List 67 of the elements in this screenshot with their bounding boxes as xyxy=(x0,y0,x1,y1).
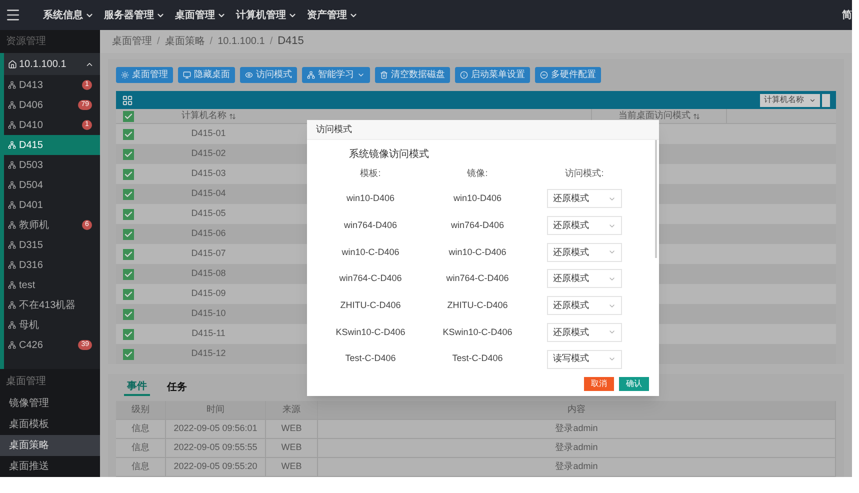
tree-item-label: D503 xyxy=(19,158,43,172)
table-cell: 信息 xyxy=(116,420,166,438)
table-cell-text: D415-11 xyxy=(190,327,226,340)
tree-item-label: D415 xyxy=(19,138,43,152)
table-cell-text: D415-10 xyxy=(190,307,227,320)
tree-item-label: D504 xyxy=(19,178,43,192)
column-header: 时间 xyxy=(166,401,266,419)
image-name: ZHITU-C-D406 xyxy=(446,298,509,312)
tree-item-label: test xyxy=(19,278,36,292)
tree-item-label: 母机 xyxy=(19,318,39,332)
template-name: win764-D406 xyxy=(342,218,398,232)
dialog-heading: 系统镜像访问模式 xyxy=(349,148,430,162)
tree-item-label: 教师机 xyxy=(19,218,49,232)
template-name: win10-D406 xyxy=(345,192,396,206)
table-cell: 2022-09-05 09:56:01 xyxy=(166,420,266,438)
table-cell: 信息 xyxy=(116,458,166,476)
table-cell: 登录admin xyxy=(318,439,836,457)
table-cell: 登录admin xyxy=(318,458,836,476)
tree-item-label: D401 xyxy=(19,198,43,212)
tree-item-label: D315 xyxy=(19,238,43,252)
tree-root-label: 10.1.100.1 xyxy=(19,58,66,72)
table-cell: 2022-09-05 09:55:55 xyxy=(166,439,266,457)
tree-item-label: D413 xyxy=(19,78,43,92)
table-cell-text: D415-03 xyxy=(190,167,227,180)
breadcrumb-separator: / xyxy=(210,35,213,49)
table-cell: 信息 xyxy=(116,439,166,457)
template-name: KSwin10-C-D406 xyxy=(334,326,406,339)
sidebar-section-title: 资源管理 xyxy=(0,30,100,53)
image-name: win764-C-D406 xyxy=(445,272,510,286)
table-cell-text: D415-05 xyxy=(190,207,227,220)
template-name: win764-C-D406 xyxy=(338,272,403,286)
table-cell-text: D415-04 xyxy=(190,187,227,200)
breadcrumb-separator: / xyxy=(157,35,160,49)
table-cell-text: D415-09 xyxy=(190,287,227,300)
image-name: win764-D406 xyxy=(450,218,506,232)
tree-item-label: D406 xyxy=(19,98,43,112)
table-cell: WEB xyxy=(266,420,318,438)
template-name: Test-C-D406 xyxy=(344,352,397,366)
column-label: 镜像: xyxy=(466,166,489,180)
table-cell-text: D415-07 xyxy=(190,247,227,260)
table-cell-text: D415-01 xyxy=(190,127,227,140)
image-name: KSwin10-C-D406 xyxy=(442,326,514,339)
table-cell-text: D415-12 xyxy=(190,347,227,360)
table-cell-text: D415-08 xyxy=(190,267,227,280)
table-cell: 2022-09-05 09:55:20 xyxy=(166,458,266,476)
table-cell: WEB xyxy=(266,458,318,476)
tree-item-label: D410 xyxy=(19,118,43,132)
template-name: win10-C-D406 xyxy=(340,246,400,259)
table-cell-text: D415-06 xyxy=(190,227,227,240)
tree-item-label: D316 xyxy=(19,258,43,272)
tree-item-label: C426 xyxy=(19,338,43,352)
table-cell: WEB xyxy=(266,439,318,457)
sidebar-section-title: 桌面管理 xyxy=(5,374,47,388)
tree-item-label: 不在413机器 xyxy=(19,298,76,312)
column-label: 模板: xyxy=(359,166,382,180)
column-header: 内容 xyxy=(318,401,836,419)
breadcrumb-separator: / xyxy=(270,35,273,49)
image-name: win10-D406 xyxy=(452,192,503,206)
image-name: Test-C-D406 xyxy=(451,352,504,366)
column-header: 来源 xyxy=(266,401,318,419)
table-cell: 登录admin xyxy=(318,420,836,438)
column-header: 级别 xyxy=(116,401,166,419)
column-label: 访问模式: xyxy=(564,166,605,180)
table-cell-text: D415-02 xyxy=(190,147,227,160)
dialog-title: 访问模式 xyxy=(307,120,659,140)
image-name: win10-C-D406 xyxy=(448,246,508,259)
template-name: ZHITU-C-D406 xyxy=(339,298,402,312)
